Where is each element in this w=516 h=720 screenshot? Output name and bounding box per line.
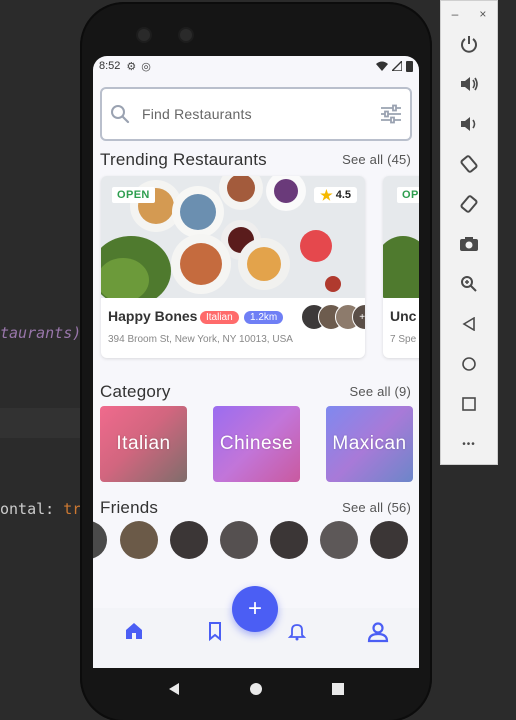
- restaurant-name: Happy Bones: [108, 308, 198, 324]
- friend-avatar[interactable]: [120, 521, 158, 559]
- status-time: 8:52: [99, 60, 121, 72]
- ide-code-line: taurants): [0, 324, 82, 342]
- filter-icon[interactable]: [380, 104, 402, 124]
- home-icon[interactable]: [123, 620, 145, 642]
- star-icon: ★: [320, 187, 333, 203]
- proximity-sensor: [180, 29, 192, 41]
- trending-see-all-link[interactable]: See all (45): [342, 152, 411, 167]
- category-list[interactable]: Italian Chinese Maxican: [100, 406, 419, 484]
- friend-avatar[interactable]: [93, 521, 107, 559]
- rotate-left-icon[interactable]: [458, 153, 480, 175]
- bell-icon[interactable]: [286, 620, 308, 642]
- restaurant-photo: OPEN ★ 4.5: [101, 176, 365, 298]
- add-button[interactable]: +: [232, 586, 278, 632]
- friends-list[interactable]: [93, 521, 419, 561]
- ide-code-line: ontal: tr: [0, 500, 81, 518]
- friend-avatar[interactable]: [270, 521, 308, 559]
- category-tile-maxican[interactable]: Maxican: [326, 406, 413, 482]
- friends-see-all-link[interactable]: See all (56): [342, 500, 411, 515]
- friend-avatar[interactable]: [170, 521, 208, 559]
- friends-title: Friends: [100, 498, 159, 517]
- distance-tag: 1.2km: [244, 311, 284, 324]
- volume-down-icon[interactable]: [458, 113, 480, 135]
- recents-icon[interactable]: [331, 682, 345, 696]
- app-screen: 8:52 ⚙ ◎ Find Restaurants Trending Resta…: [93, 56, 419, 668]
- restaurant-card[interactable]: OP Unc 7 Spe: [383, 176, 419, 358]
- cuisine-tag: Italian: [200, 311, 239, 324]
- battery-icon: [406, 60, 413, 72]
- friend-avatar[interactable]: [320, 521, 358, 559]
- status-bar: 8:52 ⚙ ◎: [93, 56, 419, 76]
- category-label: Chinese: [219, 433, 294, 454]
- category-tile-italian[interactable]: Italian: [100, 406, 187, 482]
- category-label: Italian: [116, 433, 171, 454]
- minimize-button[interactable]: –: [452, 7, 459, 21]
- home-circle-icon[interactable]: [458, 353, 480, 375]
- signal-icon: [392, 61, 402, 71]
- search-input[interactable]: Find Restaurants: [142, 106, 252, 122]
- trending-title: Trending Restaurants: [100, 150, 267, 169]
- friend-avatar[interactable]: [370, 521, 408, 559]
- open-status-badge: OP: [397, 187, 419, 203]
- category-title: Category: [100, 382, 171, 401]
- rotate-right-icon[interactable]: [458, 193, 480, 215]
- open-status-badge: OPEN: [112, 187, 155, 203]
- category-label: Maxican: [332, 433, 407, 454]
- bookmark-icon[interactable]: [204, 620, 226, 642]
- camera-icon[interactable]: [458, 233, 480, 255]
- search-icon: [111, 105, 130, 124]
- restaurant-address: 394 Broom St, New York, NY 10013, USA: [108, 334, 293, 345]
- restaurant-name: Unc: [390, 308, 417, 324]
- restaurant-photo: OP: [383, 176, 419, 298]
- back-triangle-icon[interactable]: [458, 313, 480, 335]
- system-nav-bar: [93, 668, 419, 710]
- wifi-icon: [376, 61, 388, 71]
- ide-highlight-band: [0, 408, 90, 438]
- category-see-all-link[interactable]: See all (9): [350, 384, 411, 399]
- power-icon[interactable]: [458, 33, 480, 55]
- category-tile-chinese[interactable]: Chinese: [213, 406, 300, 482]
- settings-icon: ⚙: [126, 60, 137, 73]
- emulator-toolbar: – × •••: [440, 0, 498, 465]
- front-camera: [138, 29, 150, 41]
- ide-code-value: tr: [63, 500, 82, 518]
- volume-up-icon[interactable]: [458, 73, 480, 95]
- profile-icon[interactable]: [366, 620, 390, 644]
- rating-badge: ★ 4.5: [314, 187, 357, 203]
- trending-carousel[interactable]: OPEN ★4.5 Happy Bones Italian 1.2km +2 3…: [101, 176, 419, 361]
- restaurant-address: 7 Spe: [390, 334, 417, 345]
- home-circle-icon[interactable]: [249, 682, 263, 696]
- back-icon[interactable]: [167, 682, 181, 696]
- sync-icon: ◎: [141, 60, 151, 73]
- friend-avatar[interactable]: [220, 521, 258, 559]
- search-bar[interactable]: Find Restaurants: [100, 87, 412, 141]
- overview-square-icon[interactable]: [458, 393, 480, 415]
- more-options-icon[interactable]: •••: [458, 433, 480, 455]
- close-button[interactable]: ×: [479, 7, 486, 21]
- friends-avatar-stack: +2: [301, 304, 365, 330]
- zoom-icon[interactable]: [458, 273, 480, 295]
- restaurant-card[interactable]: OPEN ★4.5 Happy Bones Italian 1.2km +2 3…: [101, 176, 365, 358]
- rating-value: 4.5: [335, 189, 351, 201]
- ide-code-key: ontal:: [0, 500, 64, 518]
